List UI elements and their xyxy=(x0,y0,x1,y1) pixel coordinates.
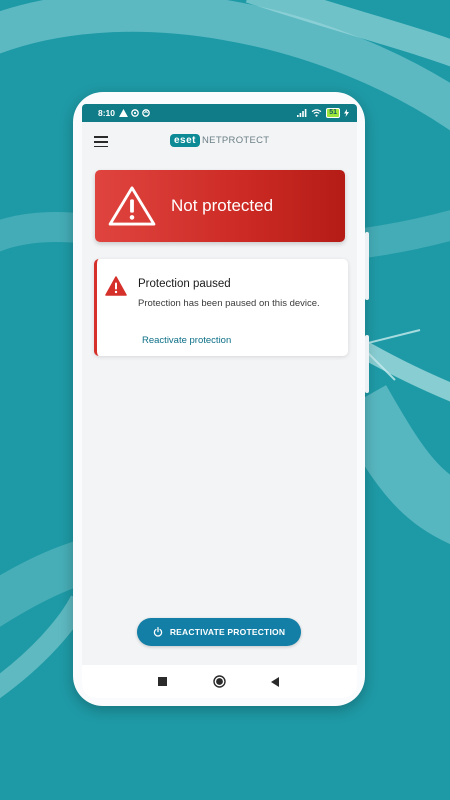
logo-text: NETPROTECT xyxy=(202,135,270,146)
charging-icon xyxy=(344,109,349,117)
app-bar: eset NETPROTECT xyxy=(82,122,357,162)
phone-power-button xyxy=(365,335,369,393)
reactivate-protection-link[interactable]: Reactivate protection xyxy=(142,335,231,346)
phone-volume-button xyxy=(365,232,369,300)
reactivate-button-label: REACTIVATE PROTECTION xyxy=(169,627,286,637)
battery-indicator: 51 xyxy=(326,108,340,118)
triangle-back-icon[interactable] xyxy=(271,677,279,687)
power-icon xyxy=(153,627,163,637)
reactivate-protection-button[interactable]: REACTIVATE PROTECTION xyxy=(137,618,301,646)
sync-status-icon xyxy=(131,109,139,117)
android-nav-bar xyxy=(82,665,357,698)
logo-badge: eset xyxy=(170,134,201,147)
protection-paused-card: Protection paused Protection has been pa… xyxy=(94,259,348,356)
warning-icon xyxy=(105,276,127,296)
card-title: Protection paused xyxy=(138,278,231,290)
data-saver-status-icon xyxy=(142,109,150,117)
signal-icon xyxy=(297,109,307,117)
eset-logo: eset NETPROTECT xyxy=(170,134,269,147)
warning-icon xyxy=(108,186,156,226)
hamburger-icon[interactable] xyxy=(94,136,108,148)
status-time: 8:10 xyxy=(98,108,116,118)
square-icon[interactable] xyxy=(158,677,167,686)
status-bar: 8:10 51 xyxy=(82,104,357,122)
circle-icon[interactable] xyxy=(213,675,226,688)
app-screen: 8:10 51 eset NETPROTECT Not protected Pr… xyxy=(82,104,357,698)
status-title: Not protected xyxy=(171,196,274,215)
protection-status-banner: Not protected xyxy=(95,170,345,242)
alert-triangle-status-icon xyxy=(119,109,128,117)
wifi-icon xyxy=(311,109,322,117)
card-description: Protection has been paused on this devic… xyxy=(138,298,320,309)
